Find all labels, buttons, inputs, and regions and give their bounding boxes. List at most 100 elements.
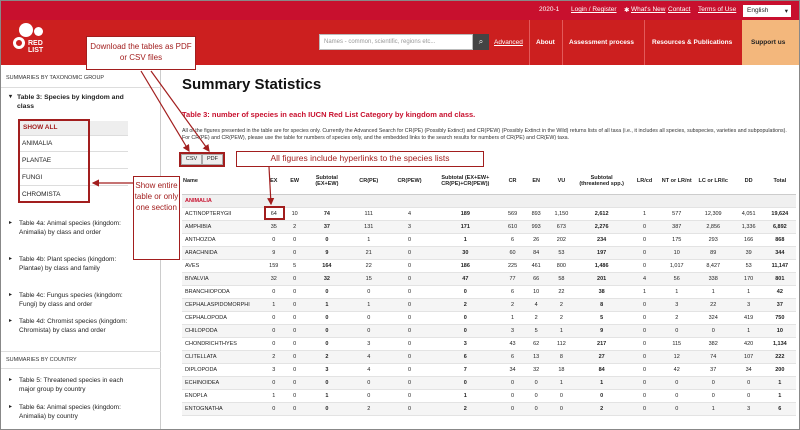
language-select[interactable]: English ▾ [743, 5, 791, 17]
count-link-cell[interactable]: 0 [389, 376, 430, 390]
count-link-cell[interactable]: 0 [348, 324, 390, 338]
count-link-cell[interactable]: 43 [500, 337, 525, 351]
count-link-cell[interactable]: 2 [429, 298, 501, 312]
count-link-cell[interactable]: 10 [660, 246, 693, 260]
count-link-cell[interactable]: 1 [628, 207, 661, 221]
count-link-cell[interactable]: 0 [547, 402, 575, 416]
count-link-cell[interactable]: 673 [547, 220, 575, 234]
count-link-cell[interactable]: 0 [628, 233, 661, 247]
count-link-cell[interactable]: 2 [263, 350, 284, 364]
count-link-cell[interactable]: 801 [763, 272, 796, 286]
count-link-cell[interactable]: 3 [500, 324, 525, 338]
count-link-cell[interactable]: 0 [283, 350, 306, 364]
count-link-cell[interactable]: 0 [283, 246, 306, 260]
count-link-cell[interactable]: 18 [547, 363, 575, 377]
count-link-cell[interactable]: 2 [283, 220, 306, 234]
count-link-cell[interactable]: 58 [547, 272, 575, 286]
count-link-cell[interactable]: 0 [389, 285, 430, 299]
count-link-cell[interactable]: 0 [389, 259, 430, 273]
count-link-cell[interactable]: 0 [283, 272, 306, 286]
count-link-cell[interactable]: 5 [574, 311, 629, 325]
whats-new-link[interactable]: What's New [631, 6, 665, 13]
count-link-cell[interactable]: 42 [763, 285, 796, 299]
count-link-cell[interactable]: 0 [263, 311, 284, 325]
count-link-cell[interactable]: 0 [283, 363, 306, 377]
count-link-cell[interactable]: 0 [389, 246, 430, 260]
count-link-cell[interactable]: 112 [547, 337, 575, 351]
count-link-cell[interactable]: 800 [547, 259, 575, 273]
count-link-cell[interactable]: 0 [389, 337, 430, 351]
sidebar-item-table3[interactable]: ▾ Table 3: Species by kingdom and class [9, 93, 139, 111]
count-link-cell[interactable]: 0 [628, 389, 661, 403]
count-link-cell[interactable]: 84 [524, 246, 548, 260]
count-link-cell[interactable]: 5 [283, 259, 306, 273]
count-link-cell[interactable]: 3 [733, 298, 764, 312]
count-link-cell[interactable]: 8 [574, 298, 629, 312]
count-link-cell[interactable]: 4 [628, 272, 661, 286]
count-link-cell[interactable]: 569 [500, 207, 525, 221]
count-link-cell[interactable]: 0 [389, 298, 430, 312]
count-link-cell[interactable]: 53 [733, 259, 764, 273]
sidebar-item-table4c[interactable]: ▸ Table 4c: Fungus species (kingdom: Fun… [9, 291, 139, 309]
count-link-cell[interactable]: 0 [628, 337, 661, 351]
count-link-cell[interactable]: 0 [348, 376, 390, 390]
count-link-cell[interactable]: 1 [500, 311, 525, 325]
count-link-cell[interactable]: 0 [500, 402, 525, 416]
count-link-cell[interactable]: 201 [574, 272, 629, 286]
count-link-cell[interactable]: 34 [500, 363, 525, 377]
count-link-cell[interactable]: 2 [305, 350, 349, 364]
count-link-cell[interactable]: 56 [660, 272, 693, 286]
count-link-cell[interactable]: 200 [763, 363, 796, 377]
count-link-cell[interactable]: 2,612 [574, 207, 629, 221]
count-link-cell[interactable]: 60 [500, 246, 525, 260]
count-link-cell[interactable]: 2 [524, 311, 548, 325]
count-link-cell[interactable]: 0 [660, 389, 693, 403]
count-link-cell[interactable]: 234 [574, 233, 629, 247]
count-link-cell[interactable]: 0 [283, 324, 306, 338]
count-link-cell[interactable]: 0 [429, 376, 501, 390]
count-link-cell[interactable]: 0 [660, 324, 693, 338]
search-input[interactable]: Names - common, scientific, regions etc.… [319, 34, 473, 50]
sidebar-item-table6a[interactable]: ▸ Table 6a: Animal species (kingdom: Ani… [9, 403, 139, 421]
count-link-cell[interactable]: 6,892 [763, 220, 796, 234]
count-link-cell[interactable]: 35 [263, 220, 284, 234]
count-link-cell[interactable]: 610 [500, 220, 525, 234]
count-link-cell[interactable]: 1 [692, 285, 734, 299]
count-link-cell[interactable]: 0 [429, 311, 501, 325]
count-link-cell[interactable]: 0 [628, 350, 661, 364]
count-link-cell[interactable]: 175 [660, 233, 693, 247]
login-register-link[interactable]: Login / Register [571, 6, 617, 13]
count-link-cell[interactable]: 2 [348, 402, 390, 416]
support-us-button[interactable]: Support us [742, 20, 799, 65]
count-link-cell[interactable]: 0 [305, 285, 349, 299]
count-link-cell[interactable]: 1 [429, 233, 501, 247]
count-link-cell[interactable]: 0 [283, 337, 306, 351]
count-link-cell[interactable]: 1 [547, 376, 575, 390]
count-link-cell[interactable]: 0 [500, 389, 525, 403]
count-link-cell[interactable]: 0 [389, 324, 430, 338]
count-link-cell[interactable]: 11,147 [763, 259, 796, 273]
count-link-cell[interactable]: 26 [524, 233, 548, 247]
count-link-cell[interactable]: 0 [263, 285, 284, 299]
sidebar-item-table4b[interactable]: ▸ Table 4b: Plant species (kingdom: Plan… [9, 255, 139, 273]
count-link-cell[interactable]: 4 [389, 207, 430, 221]
count-link-cell[interactable]: 6 [763, 402, 796, 416]
count-link-cell[interactable]: 868 [763, 233, 796, 247]
count-link-cell[interactable]: 0 [628, 402, 661, 416]
count-link-cell[interactable]: 0 [305, 311, 349, 325]
count-link-cell[interactable]: 38 [574, 285, 629, 299]
count-link-cell[interactable]: 3 [660, 298, 693, 312]
count-link-cell[interactable]: 0 [283, 298, 306, 312]
count-link-cell[interactable]: 0 [305, 324, 349, 338]
count-link-cell[interactable]: 39 [733, 246, 764, 260]
count-link-cell[interactable]: 1 [733, 285, 764, 299]
count-link-cell[interactable]: 0 [263, 233, 284, 247]
count-link-cell[interactable]: 4 [524, 298, 548, 312]
count-link-cell[interactable]: 77 [500, 272, 525, 286]
sidebar-item-table4d[interactable]: ▸ Table 4d: Chromist species (kingdom: C… [9, 317, 139, 335]
count-link-cell[interactable]: 3 [389, 220, 430, 234]
count-link-cell[interactable]: 1 [574, 376, 629, 390]
count-link-cell[interactable]: 2 [660, 311, 693, 325]
count-link-cell[interactable]: 32 [305, 272, 349, 286]
count-link-cell[interactable]: 1 [763, 376, 796, 390]
